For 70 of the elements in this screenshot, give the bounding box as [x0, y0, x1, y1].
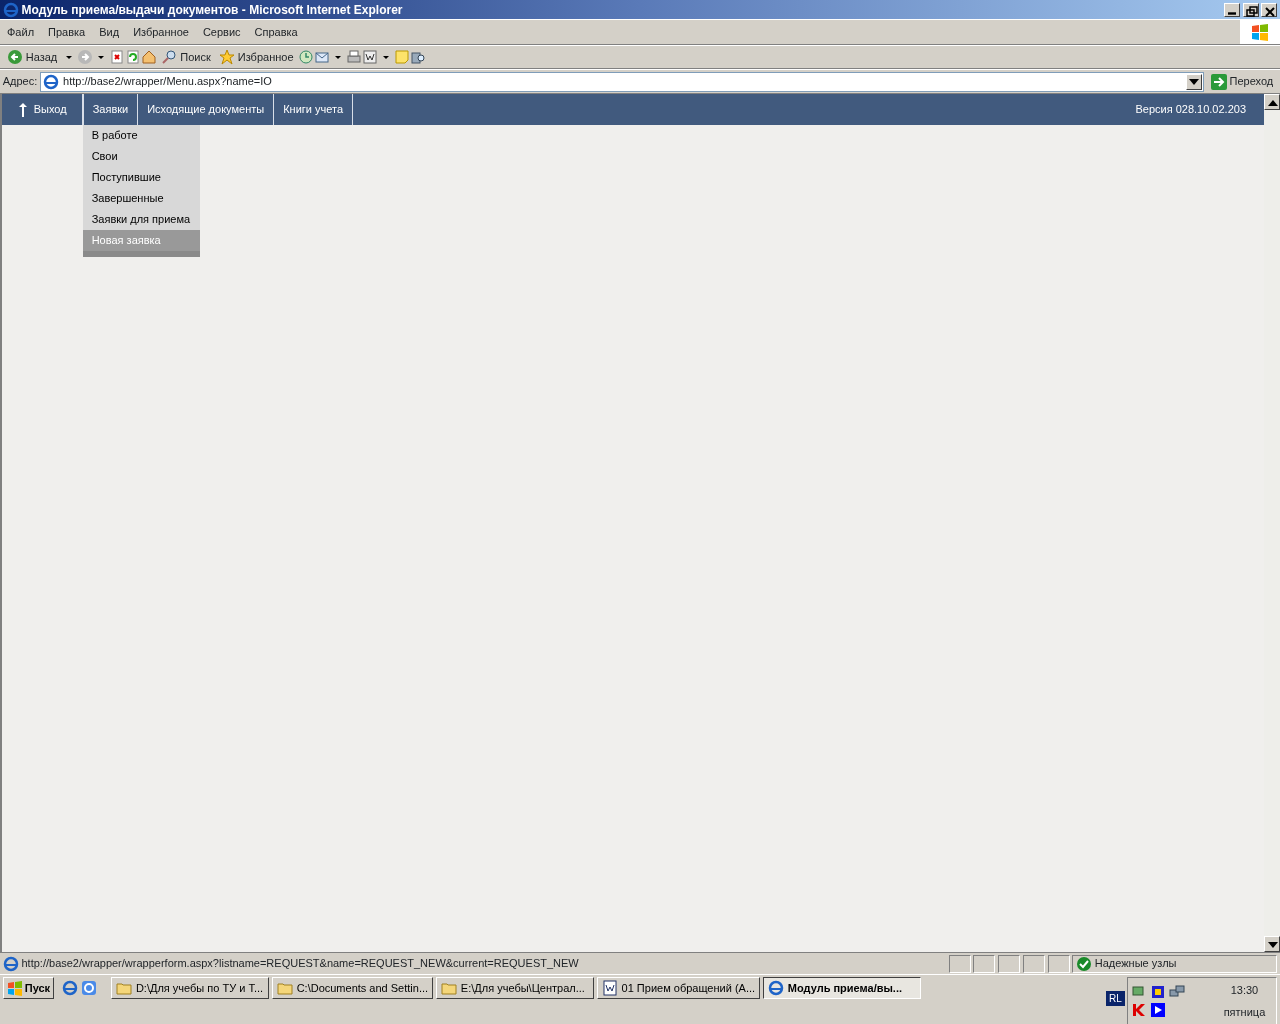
refresh-icon[interactable] — [125, 49, 142, 65]
dropdown-item[interactable]: В работе — [82, 125, 200, 146]
stop-icon[interactable] — [109, 49, 126, 65]
star-icon — [218, 49, 235, 65]
window-title: Модуль приема/выдачи документов - Microsoft Internet Explorer — [21, 1, 403, 19]
status-pane — [998, 954, 1020, 973]
taskbar-button[interactable]: Модуль приема/вы... — [762, 977, 921, 999]
restore-icon — [1243, 3, 1260, 20]
scroll-up-button[interactable] — [1264, 94, 1280, 110]
go-button[interactable]: Переход — [1206, 73, 1278, 90]
folder-icon — [276, 980, 293, 996]
status-pane — [1047, 954, 1070, 973]
document-icon — [601, 980, 618, 996]
computers-icon[interactable] — [1168, 983, 1185, 1000]
browser-icon — [2, 1, 19, 18]
status-url: http://base2/wrapper/wrapperform.aspx?listname=REQUEST&name=REQUEST_NEW&current=REQUEST_NEW — [21, 956, 580, 972]
dropdown-item[interactable]: Заявки для приема — [82, 209, 200, 230]
scrollbar[interactable] — [1264, 94, 1280, 952]
minimize-button[interactable] — [1223, 2, 1240, 17]
language-indicator[interactable]: RL — [1106, 991, 1125, 1006]
start-button[interactable]: Пуск — [2, 977, 55, 999]
menu-item[interactable]: Файл — [0, 21, 42, 43]
dropdown-item[interactable]: Свои — [82, 146, 200, 167]
minimize-icon — [1227, 11, 1236, 15]
document-edit-icon[interactable] — [361, 49, 378, 65]
menu-item[interactable]: Избранное — [126, 21, 196, 43]
address-field[interactable]: http://base2/wrapper/Menu.aspx?name=IO — [40, 71, 1204, 92]
search-button[interactable]: Поиск — [157, 48, 215, 66]
favorites-button[interactable]: Избранное — [214, 48, 298, 66]
research-icon[interactable] — [409, 49, 426, 65]
status-pane — [1022, 954, 1045, 973]
restore-button[interactable] — [1242, 2, 1259, 17]
dropdown-item[interactable]: Поступившие — [82, 167, 200, 188]
clock-time: 13:30 — [1230, 982, 1259, 998]
clock-day: пятница — [1223, 1003, 1266, 1021]
menu-item[interactable]: Вид — [92, 21, 127, 43]
mail-icon[interactable] — [313, 49, 330, 65]
dropdown-button[interactable] — [1185, 73, 1202, 90]
desktop-shortcut-icon[interactable] — [81, 980, 98, 996]
taskbar-button[interactable]: D:\Для учебы по ТУ и Т... — [110, 977, 269, 999]
back-button[interactable]: Назад — [2, 48, 62, 66]
menu-item[interactable]: Сервис — [195, 21, 248, 43]
taskbar-button[interactable]: E:\Для учебы\Централ... — [435, 977, 594, 999]
menu-item[interactable]: Справка — [247, 21, 305, 43]
printer-icon[interactable] — [345, 49, 362, 65]
check-icon — [1076, 955, 1092, 972]
dropdown-item[interactable]: Завершенные — [82, 188, 200, 209]
version-text: Версия 028.10.02.203 — [1135, 102, 1246, 118]
menu-item[interactable]: Правка — [41, 21, 93, 43]
page-icon — [43, 73, 60, 90]
browser-icon — [767, 980, 784, 996]
history-icon[interactable] — [297, 49, 314, 65]
search-icon — [161, 49, 178, 65]
browser-icon[interactable] — [62, 980, 79, 996]
arrow-right-icon — [1210, 73, 1227, 90]
home-icon[interactable] — [141, 49, 158, 65]
play-icon[interactable] — [1149, 1002, 1166, 1019]
status-pane — [973, 954, 996, 973]
app-tray-icon[interactable] — [1149, 983, 1166, 1000]
scroll-down-button[interactable] — [1264, 936, 1280, 952]
windows-logo-icon — [6, 980, 23, 996]
status-pane — [948, 954, 971, 973]
taskbar-button[interactable]: 01 Прием обращений (А... — [596, 977, 761, 999]
close-button[interactable] — [1261, 2, 1278, 17]
taskbar-button[interactable]: C:\Documents and Settin... — [271, 977, 434, 999]
folder-icon — [440, 980, 457, 996]
address-label: Адрес: — [2, 74, 38, 90]
security-zone: Надежные узлы — [1072, 954, 1278, 973]
page-icon — [2, 955, 19, 972]
folder-icon — [115, 980, 132, 996]
